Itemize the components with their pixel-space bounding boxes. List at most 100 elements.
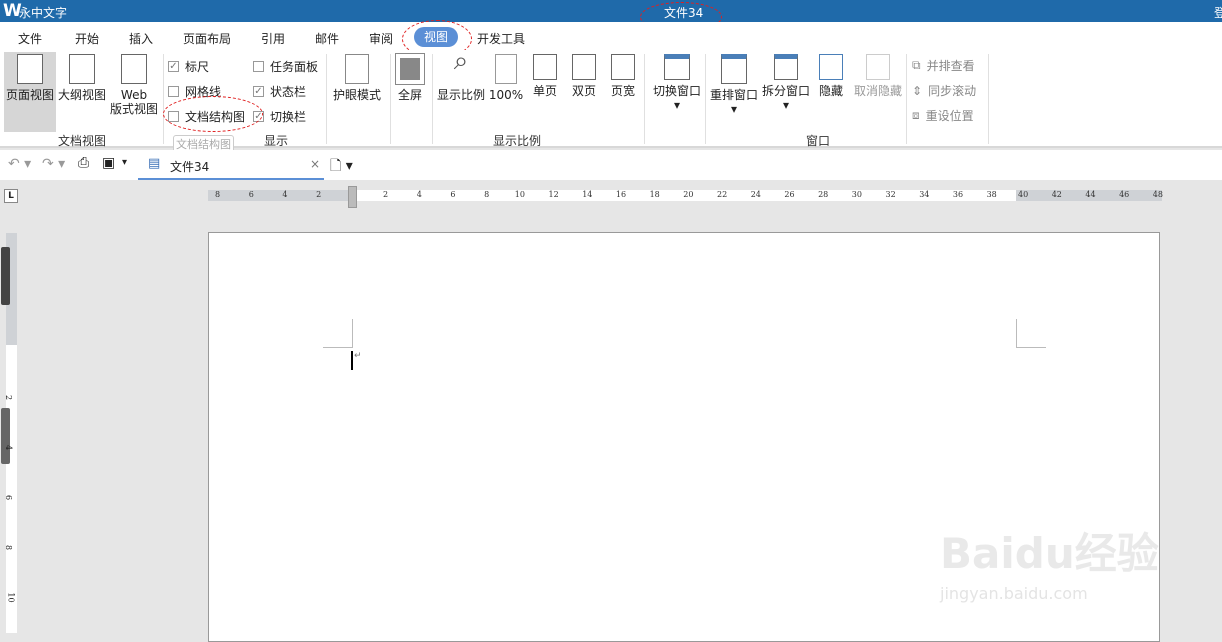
page-width-button[interactable]: 页宽 [607,52,639,98]
save-icon[interactable]: ▣ [102,155,115,171]
grid-checkbox[interactable]: 网格线 [168,83,221,100]
tab-references[interactable]: 引用 [261,30,285,47]
vertical-scroll-handle[interactable] [1,408,10,464]
label: 同步滚动 [928,84,977,98]
zoom-100-button[interactable]: 100% [488,52,524,102]
ruler-tick-label: 4 [416,190,422,199]
single-page-button[interactable]: 单页 [529,52,561,98]
baidu-watermark: Baidu经验 [940,529,1159,578]
vertical-ruler-label: 8 [4,544,14,551]
group-label: 窗口 [806,134,831,148]
label: 版式视图 [109,102,158,116]
indent-marker[interactable] [348,186,357,208]
reset-position-icon: ⧈ [912,108,920,122]
ruler-tick-label: 2 [316,190,322,199]
ruler-tick-label: 24 [750,190,761,199]
fullscreen-icon [395,53,425,85]
ruler-tick-label: 42 [1051,190,1062,199]
ruler-tick-label: 6 [248,190,254,199]
ruler-tick-label: 18 [649,190,660,199]
outline-view-button[interactable]: 大纲视图 [56,52,108,102]
document-tab[interactable]: ▤ 文件34 × [138,150,324,180]
docmap-checkbox[interactable]: 文档结构图 [168,108,245,125]
tab-developer[interactable]: 开发工具 [477,30,525,47]
tab-stop-selector[interactable]: L [4,189,18,203]
print-preview-icon[interactable]: ⎙ [78,155,89,171]
baidu-watermark-url: jingyan.baidu.com [940,584,1088,603]
taskpane-checkbox[interactable]: 任务面板 [253,58,318,75]
switchbar-checkbox[interactable]: ✓ 切换栏 [253,108,306,125]
tab-home[interactable]: 开始 [75,30,99,47]
zoom-button[interactable]: ⌕ 显示比例 [436,48,486,102]
page-width-icon [611,54,635,80]
new-document-icon[interactable]: 🗋 ▾ [330,155,353,179]
hide-window-icon [819,54,843,80]
vertical-ruler-label: 2 [4,394,14,401]
label: 100% [488,88,524,102]
web-view-button[interactable]: Web 版式视图 [108,52,160,116]
zoom-100-icon [495,54,517,84]
page-view-icon [17,54,43,84]
eye-icon [345,54,369,84]
web-view-icon [121,54,147,84]
label: 单页 [532,84,557,98]
tab-mail[interactable]: 邮件 [315,30,339,47]
sync-scroll-icon: ⇕ [912,83,923,98]
ruler-tick-label: 6 [450,190,456,199]
undo-icon[interactable]: ↶ ▾ [8,156,31,172]
arrange-window-button[interactable]: 重排窗口 ▾ [708,52,760,116]
group-label: 显示比例 [493,134,542,148]
page-view-button[interactable]: 页面视图 [4,52,56,132]
split-window-icon [774,54,798,80]
login-button[interactable]: 登 [1214,4,1222,21]
title-bar: W 永中文字 文件34 登 [0,0,1222,22]
redo-icon[interactable]: ↷ ▾ [42,156,65,172]
text-cursor [351,351,353,370]
ruler-tick-label: 28 [818,190,829,199]
double-page-button[interactable]: 双页 [567,52,601,98]
fullscreen-button[interactable]: 全屏 [394,52,426,102]
hide-window-button[interactable]: 隐藏 [815,52,847,98]
ruler-tick-label: 34 [919,190,930,199]
tab-view[interactable]: 视图 [414,27,458,47]
app-name: 永中文字 [19,6,68,20]
reset-position-button[interactable]: ⧈ 重设位置 [912,107,974,124]
label: 取消隐藏 [853,84,902,98]
ruler-tick-label: 10 [514,190,525,199]
customize-dropdown-icon[interactable]: ▾ [122,157,127,168]
menu-bar: 文件 开始 插入 页面布局 引用 邮件 审阅 视图 开发工具 [0,22,1222,50]
close-icon[interactable]: × [310,157,320,171]
tab-review[interactable]: 审阅 [369,30,393,47]
unhide-window-button[interactable]: 取消隐藏 [852,52,904,98]
tab-layout[interactable]: 页面布局 [183,30,231,47]
outline-view-icon [69,54,95,84]
ruler-checkbox[interactable]: ✓ 标尺 [168,58,209,75]
vertical-ruler-label: 6 [4,494,14,501]
arrange-window-icon [721,54,747,84]
switch-window-button[interactable]: 切换窗口 ▾ [650,52,704,112]
paragraph-mark-icon: ↵ [354,351,362,361]
sync-scroll-button[interactable]: ⇕ 同步滚动 [912,82,976,99]
group-label: 显示 [264,134,289,148]
side-by-side-button[interactable]: ⧉ 并排查看 [912,57,975,74]
label: Web [120,88,148,102]
eye-mode-button[interactable]: 护眼模式 [330,52,384,102]
tab-insert[interactable]: 插入 [129,30,153,47]
label: 并排查看 [926,59,975,73]
vertical-scroll-handle[interactable] [1,247,10,305]
label: 重排窗口 [709,88,758,102]
label: 文档结构图 [185,110,246,124]
vertical-ruler-label: 4 [4,444,14,451]
unhide-window-icon [866,54,890,80]
quick-toolbar: ↶ ▾ ↷ ▾ ⎙ ▣ ▾ ▤ 文件34 × 🗋 ▾ [0,150,1222,180]
split-window-button[interactable]: 拆分窗口 ▾ [760,52,812,112]
statusbar-checkbox[interactable]: ✓ 状态栏 [253,83,306,100]
tab-file[interactable]: 文件 [18,30,42,47]
label: 网格线 [185,85,222,99]
group-label: 文档视图 [58,134,107,148]
ribbon: 页面视图 大纲视图 Web 版式视图 文档视图 ✓ 标尺 网格线 文档结构图 任务面… [0,48,1222,153]
side-by-side-icon: ⧉ [912,58,921,72]
document-title: 文件34 [664,6,704,20]
label: 切换栏 [270,110,307,124]
ruler-tick-label: 48 [1152,190,1163,199]
